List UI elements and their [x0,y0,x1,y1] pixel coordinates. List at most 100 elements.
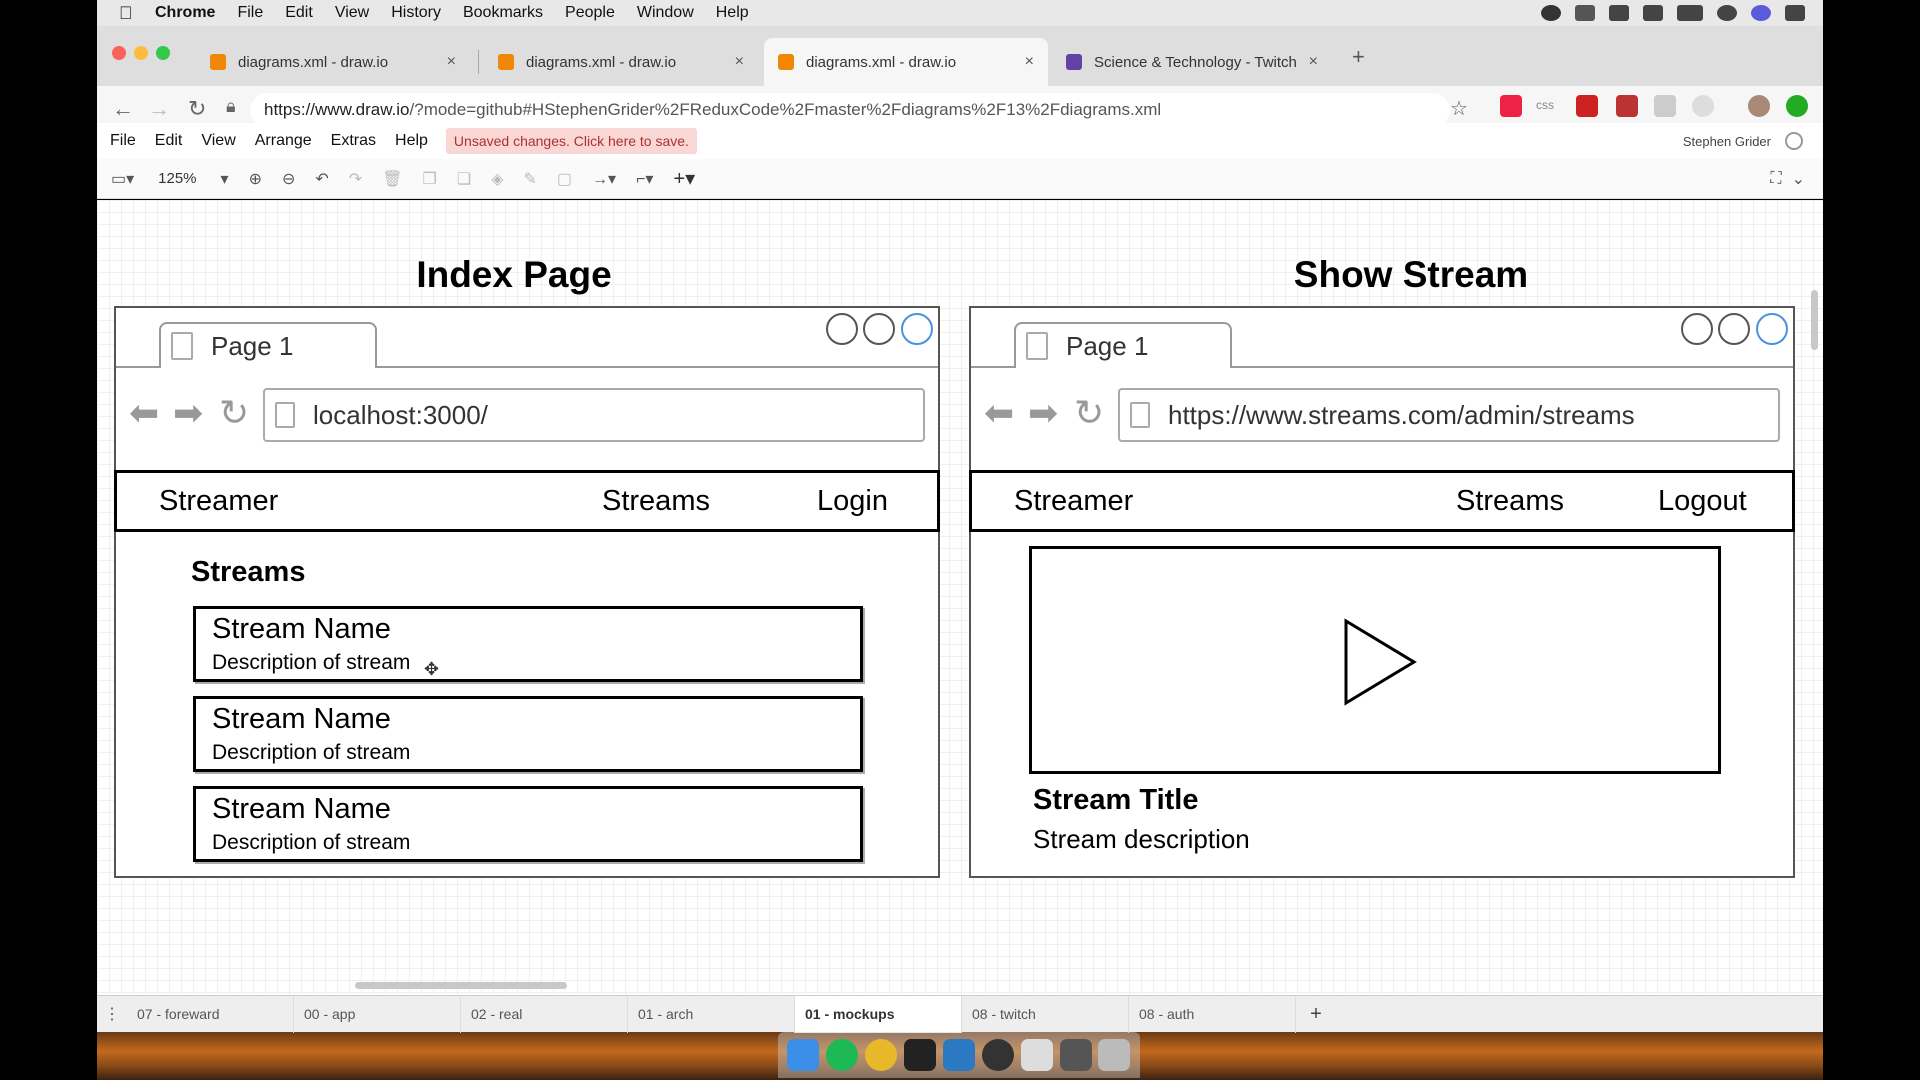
menu-history[interactable]: History [391,4,441,22]
user-name[interactable]: Stephen Grider [1683,134,1771,149]
video-player[interactable] [1029,546,1721,774]
mock-navbar[interactable]: Streamer Streams Login [114,470,940,532]
menu-chrome[interactable]: Chrome [155,4,215,22]
mock-back-icon[interactable]: ⬅ [984,392,1014,434]
extension-icon[interactable] [1654,95,1676,117]
close-tab-icon[interactable]: × [1025,53,1034,71]
window-control-icon[interactable] [1756,313,1788,345]
mock-navbar[interactable]: Streamer Streams Logout [969,470,1795,532]
address-bar[interactable]: https://www.draw.io /?mode=github#HSteph… [250,93,1450,127]
mock-window-tab[interactable]: Page 1 [1014,322,1232,368]
extension-icon[interactable] [1616,95,1638,117]
page-tab[interactable]: 08 - auth [1129,995,1296,1033]
collapse-icon[interactable]: ⌄ [1792,169,1805,189]
horizontal-scrollbar[interactable] [355,982,567,989]
zoom-select[interactable]: 125% [158,170,196,187]
index-mock-title[interactable]: Index Page [314,254,714,296]
zoom-out-icon[interactable]: ⊖ [282,169,295,189]
close-window-button[interactable] [112,46,126,60]
drawio-menu-arrange[interactable]: Arrange [255,132,312,150]
browser-tab[interactable]: diagrams.xml - draw.io × [196,38,470,86]
reload-icon[interactable]: ↻ [188,96,206,122]
page-tab[interactable]: 02 - real [461,995,628,1033]
bookmark-star-icon[interactable]: ☆ [1450,96,1468,121]
spotify-icon[interactable] [826,1039,859,1071]
unsaved-changes-banner[interactable]: Unsaved changes. Click here to save. [445,128,697,154]
extension-icon[interactable] [1786,95,1808,117]
page-tab-active[interactable]: 01 - mockups [795,995,962,1033]
browser-tab[interactable]: diagrams.xml - draw.io × [484,38,758,86]
window-control-icon[interactable] [1681,313,1713,345]
vscode-icon[interactable] [942,1039,975,1071]
trash-icon[interactable] [1098,1039,1131,1071]
to-front-icon[interactable]: ❐ [423,169,437,189]
profile-avatar[interactable] [1748,95,1770,117]
stream-title[interactable]: Stream Title [1033,784,1198,817]
media-icon[interactable] [1059,1039,1092,1071]
globe-icon[interactable] [1785,132,1803,150]
mock-address-bar[interactable]: https://www.streams.com/admin/streams [1118,388,1780,442]
menu-edit[interactable]: Edit [285,4,313,22]
menu-file[interactable]: File [237,4,263,22]
browser-tab[interactable]: Science & Technology - Twitch × [1052,38,1332,86]
show-mock-title[interactable]: Show Stream [1211,254,1611,296]
mock-forward-icon[interactable]: ➡ [173,392,203,434]
close-tab-icon[interactable]: × [447,53,456,71]
maximize-window-button[interactable] [156,46,170,60]
chrome-icon[interactable] [865,1039,898,1071]
fullscreen-icon[interactable]: ⛶ [1770,170,1781,188]
add-page-button[interactable]: + [1296,1003,1336,1026]
forward-icon[interactable]: → [148,96,170,122]
zoom-dropdown-icon[interactable]: ▾ [221,169,229,189]
obs-icon[interactable] [981,1039,1014,1071]
apple-icon[interactable]:  [119,3,139,23]
mock-window-tab[interactable]: Page 1 [159,322,377,368]
fill-color-icon[interactable]: ◈ [491,169,503,189]
play-icon[interactable] [1342,617,1418,707]
window-control-icon[interactable] [901,313,933,345]
page-menu-icon[interactable]: ⋮ [97,1004,127,1024]
line-color-icon[interactable]: ✎ [524,169,537,189]
close-tab-icon[interactable]: × [735,53,744,71]
back-icon[interactable]: ← [112,96,134,122]
mock-reload-icon[interactable]: ↻ [219,392,249,434]
battery-icon[interactable] [1677,5,1703,21]
mock-forward-icon[interactable]: ➡ [1028,392,1058,434]
drawio-menu-view[interactable]: View [201,132,235,150]
vertical-scrollbar[interactable] [1811,290,1818,350]
secure-lock-icon[interactable]: 🔒︎ [226,96,236,117]
menu-window[interactable]: Window [637,4,694,22]
wifi-icon[interactable] [1643,5,1663,21]
terminal-icon[interactable] [904,1039,937,1071]
extension-icon[interactable] [1500,95,1522,117]
page-tab[interactable]: 00 - app [294,995,461,1033]
notification-center-icon[interactable] [1785,5,1805,21]
stream-card[interactable]: Stream Name Description of stream ✥ [193,606,863,682]
window-control-icon[interactable] [826,313,858,345]
extension-icon[interactable] [1576,95,1598,117]
drawio-menu-extras[interactable]: Extras [331,132,376,150]
menu-people[interactable]: People [565,4,615,22]
window-control-icon[interactable] [1718,313,1750,345]
undo-icon[interactable]: ↶ [315,169,328,189]
format-panel-icon[interactable]: ▭▾ [111,169,134,189]
app-status-icon[interactable] [1541,5,1561,21]
page-tab[interactable]: 08 - twitch [962,995,1129,1033]
mock-reload-icon[interactable]: ↻ [1074,392,1104,434]
drawio-menu-file[interactable]: File [110,132,136,150]
drawio-menu-help[interactable]: Help [395,132,428,150]
menu-view[interactable]: View [335,4,369,22]
browser-tab-active[interactable]: diagrams.xml - draw.io × [764,38,1048,86]
menu-help[interactable]: Help [716,4,749,22]
stream-card[interactable]: Stream Name Description of stream [193,786,863,862]
new-tab-button[interactable]: + [1352,44,1365,70]
document-icon[interactable] [1020,1039,1053,1071]
zoom-in-icon[interactable]: ⊕ [249,169,262,189]
redo-icon[interactable]: ↷ [349,169,362,189]
delete-icon[interactable]: 🗑︎ [382,169,402,189]
diagram-canvas[interactable]: Index Page Page 1 ⬅ ➡ ↻ localhost:3000/ … [97,200,1823,995]
glasses-icon[interactable] [1575,5,1595,21]
close-tab-icon[interactable]: × [1309,53,1318,71]
mock-address-bar[interactable]: localhost:3000/ [263,388,925,442]
finder-icon[interactable] [787,1039,820,1071]
